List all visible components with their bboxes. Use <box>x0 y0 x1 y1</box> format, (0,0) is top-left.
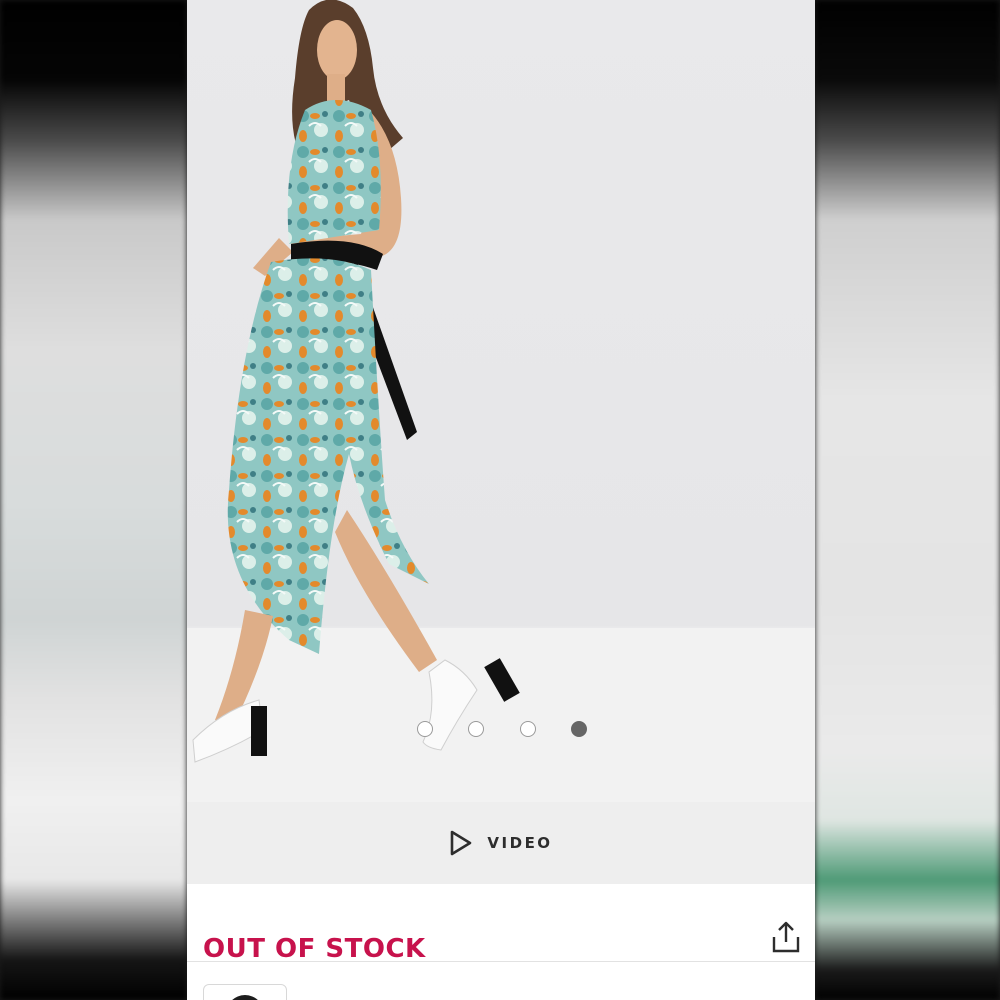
blurred-backdrop-left <box>0 0 187 1000</box>
blurred-backdrop-right <box>815 0 1000 1000</box>
carousel-dot-active[interactable] <box>570 721 587 737</box>
share-icon <box>772 921 800 953</box>
play-icon <box>451 830 472 856</box>
share-button[interactable] <box>771 920 801 959</box>
product-photo <box>187 0 815 802</box>
product-info: OUT OF STOCK <box>187 884 815 1000</box>
carousel-dot[interactable] <box>468 721 485 737</box>
video-button[interactable]: VIDEO <box>187 802 815 884</box>
divider <box>187 961 815 962</box>
stock-status: OUT OF STOCK <box>203 934 426 964</box>
carousel-dots <box>417 720 587 738</box>
product-page: VIDEO OUT OF STOCK <box>187 0 815 1000</box>
product-image[interactable] <box>187 0 815 802</box>
avatar <box>226 995 264 1000</box>
carousel-dot[interactable] <box>519 721 536 737</box>
carousel-dot[interactable] <box>417 721 433 737</box>
seller-card[interactable] <box>203 984 287 1000</box>
video-label: VIDEO <box>487 834 553 852</box>
